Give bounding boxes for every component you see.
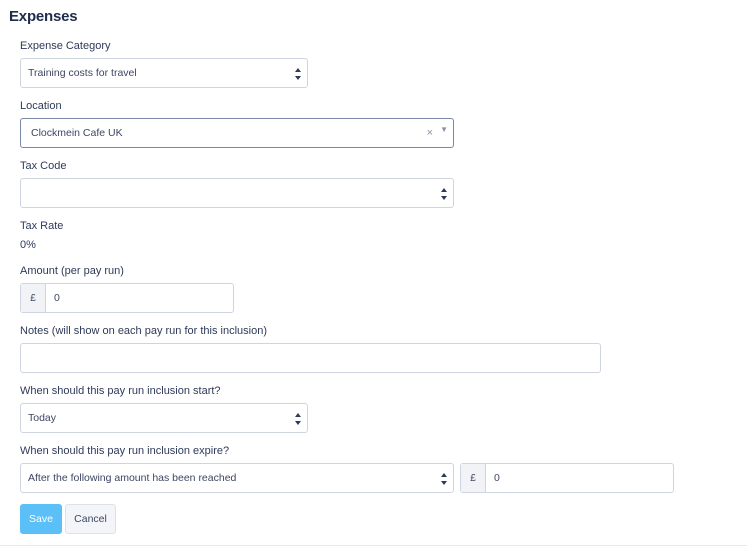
amount-input[interactable]: £ 0 — [20, 283, 234, 313]
cancel-button[interactable]: Cancel — [65, 504, 116, 534]
amount-label: Amount (per pay run) — [20, 265, 124, 277]
expire-value: After the following amount has been reac… — [28, 472, 237, 484]
expense-category-label: Expense Category — [20, 40, 111, 52]
tax-rate-label: Tax Rate — [20, 220, 64, 232]
select-arrows-icon — [441, 188, 447, 200]
save-button[interactable]: Save — [20, 504, 62, 534]
clear-icon[interactable]: × — [427, 127, 433, 139]
tax-code-label: Tax Code — [20, 160, 67, 172]
divider — [0, 545, 747, 546]
expire-amount-input[interactable]: £ 0 — [460, 463, 674, 493]
page-title: Expenses — [9, 8, 78, 25]
expense-category-value: Training costs for travel — [28, 67, 137, 79]
location-value: Clockmein Cafe UK — [31, 127, 123, 139]
location-select[interactable]: Clockmein Cafe UK × ▼ — [20, 118, 454, 148]
expire-amount-value: 0 — [494, 472, 500, 484]
start-select[interactable]: Today — [20, 403, 308, 433]
tax-code-select[interactable] — [20, 178, 454, 208]
chevron-down-icon[interactable]: ▼ — [440, 125, 448, 134]
currency-prefix: £ — [461, 464, 486, 492]
notes-input[interactable] — [20, 343, 601, 373]
expire-label: When should this pay run inclusion expir… — [20, 445, 230, 457]
expense-category-select[interactable]: Training costs for travel — [20, 58, 308, 88]
select-arrows-icon — [295, 68, 301, 80]
start-value: Today — [28, 412, 57, 424]
select-arrows-icon — [295, 413, 301, 425]
currency-prefix: £ — [21, 284, 46, 312]
expire-select[interactable]: After the following amount has been reac… — [20, 463, 454, 493]
location-label: Location — [20, 100, 62, 112]
start-label: When should this pay run inclusion start… — [20, 385, 221, 397]
notes-label: Notes (will show on each pay run for thi… — [20, 325, 268, 337]
tax-rate-value: 0% — [20, 239, 36, 251]
amount-value: 0 — [54, 292, 60, 304]
select-arrows-icon — [441, 473, 447, 485]
